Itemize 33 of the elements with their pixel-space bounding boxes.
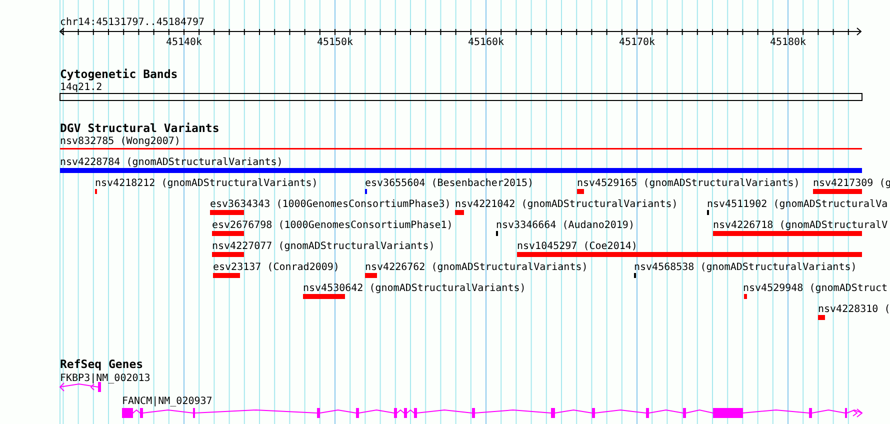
feature-label: nsv4529948 (gnomADStruct: [743, 283, 888, 294]
feature-label: esv3655604 (Besenbacher2015): [365, 178, 534, 189]
feature-label: nsv4530642 (gnomADStructuralVariants): [303, 283, 526, 294]
feature-label: nsv4228784 (gnomADStructuralVariants): [60, 157, 283, 168]
feature-label: nsv3346664 (Audano2019): [496, 220, 634, 231]
track-title: DGV Structural Variants: [60, 121, 220, 135]
feature-label: nsv4218212 (gnomADStructuralVariants): [95, 178, 318, 189]
track-title: Cytogenetic Bands: [60, 67, 178, 81]
gene-model-drawing: [59, 382, 101, 392]
gene-label: FKBP3|NM_002013: [60, 373, 150, 384]
tick-label: 45140k: [166, 37, 202, 48]
tick-label: 45150k: [316, 37, 354, 48]
feature-label: nsv4228310 (: [818, 304, 890, 315]
feature-label: nsv4511902 (gnomADStructuralVa: [707, 199, 888, 210]
feature-label: nsv4226718 (gnomADStructuralV: [713, 220, 888, 231]
feature-label: nsv4227077 (gnomADStructuralVariants): [212, 241, 435, 252]
band-label: 14q21.2: [60, 82, 102, 93]
feature-label: nsv4226762 (gnomADStructuralVariants): [365, 262, 588, 273]
feature-label: esv2676798 (1000GenomesConsortiumPhase1): [212, 220, 453, 231]
feature-label: nsv4217309 (g: [813, 178, 890, 189]
tick-label: 45170k: [618, 37, 656, 48]
tick-label: 45160k: [468, 37, 504, 48]
feature-label: nsv4568538 (gnomADStructuralVariants): [634, 262, 857, 273]
feature-label: esv3634343 (1000GenomesConsortiumPhase3): [210, 199, 451, 210]
feature-label: nsv4529165 (gnomADStructuralVariants): [577, 178, 800, 189]
tick-label: 45180k: [770, 37, 806, 48]
ruler-location: chr14:45131797..45184797: [60, 17, 204, 28]
feature-label: nsv4221042 (gnomADStructuralVariants): [455, 199, 678, 210]
feature-label: nsv832785 (Wong2007): [60, 136, 180, 147]
track-title: RefSeq Genes: [60, 357, 144, 371]
feature-label: esv23137 (Conrad2009): [213, 262, 340, 273]
gene-label: FANCM|NM_020937: [122, 396, 212, 407]
feature-label: nsv1045297 (Coe2014): [517, 241, 638, 252]
